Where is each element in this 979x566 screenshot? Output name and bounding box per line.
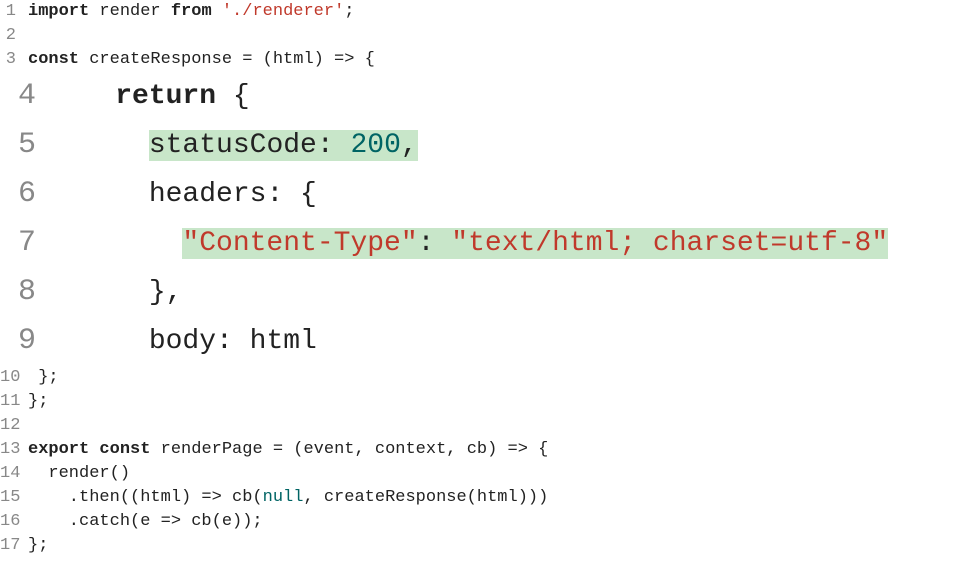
code-content: render()	[28, 462, 130, 486]
code-content: return {	[48, 73, 250, 121]
code-block: 1 import render from './renderer'; 2 3 c…	[0, 0, 979, 558]
code-line: 16 .catch(e => cb(e));	[0, 510, 979, 534]
code-content: const createResponse = (html) => {	[28, 48, 375, 72]
line-number: 5	[0, 121, 48, 169]
string-literal: './renderer'	[212, 2, 345, 21]
code-line: 1 import render from './renderer';	[0, 0, 979, 24]
code-content: headers: {	[48, 171, 317, 219]
code-line: 10 };	[0, 366, 979, 390]
line-number: 6	[0, 170, 48, 218]
line-number: 14	[0, 462, 28, 486]
code-content: "Content-Type": "text/html; charset=utf-…	[48, 220, 888, 268]
line-number: 3	[0, 48, 28, 72]
code-content: },	[48, 269, 182, 317]
line-number: 7	[0, 219, 48, 267]
code-line: 4 return {	[0, 72, 979, 121]
code-line: 5 statusCode: 200,	[0, 121, 979, 170]
number-literal: 200	[350, 130, 400, 161]
code-content: statusCode: 200,	[48, 122, 418, 170]
code-content: .then((html) => cb(null, createResponse(…	[28, 486, 548, 510]
code-line: 12	[0, 414, 979, 438]
highlight: statusCode: 200,	[149, 130, 418, 161]
keyword-const: const	[28, 50, 79, 69]
line-number: 11	[0, 390, 28, 414]
code-line: 6 headers: {	[0, 170, 979, 219]
null-literal: null	[263, 488, 304, 507]
keyword-import: import	[28, 2, 89, 21]
line-number: 4	[0, 72, 48, 120]
code-line: 13 export const renderPage = (event, con…	[0, 438, 979, 462]
code-line: 3 const createResponse = (html) => {	[0, 48, 979, 72]
code-content: };	[28, 366, 59, 390]
code-content: export const renderPage = (event, contex…	[28, 438, 548, 462]
code-line: 9 body: html	[0, 317, 979, 366]
line-number: 1	[0, 0, 28, 24]
string-literal: "Content-Type"	[182, 228, 417, 259]
line-number: 10	[0, 366, 28, 390]
line-number: 9	[0, 317, 48, 365]
keyword-from: from	[171, 2, 212, 21]
line-number: 17	[0, 534, 28, 558]
code-content: };	[28, 534, 48, 558]
code-line: 8 },	[0, 268, 979, 317]
code-content: import render from './renderer';	[28, 0, 354, 24]
keyword-const: const	[99, 440, 150, 459]
line-number: 2	[0, 24, 28, 48]
line-number: 8	[0, 268, 48, 316]
code-content: .catch(e => cb(e));	[28, 510, 263, 534]
code-content: };	[28, 390, 48, 414]
code-content: body: html	[48, 318, 317, 366]
keyword-return: return	[115, 81, 216, 112]
string-literal: "text/html; charset=utf-8"	[451, 228, 888, 259]
highlight: "Content-Type": "text/html; charset=utf-…	[182, 228, 888, 259]
line-number: 13	[0, 438, 28, 462]
code-line: 17 };	[0, 534, 979, 558]
code-line: 2	[0, 24, 979, 48]
code-line: 11 };	[0, 390, 979, 414]
line-number: 16	[0, 510, 28, 534]
keyword-export: export	[28, 440, 89, 459]
line-number: 15	[0, 486, 28, 510]
line-number: 12	[0, 414, 28, 438]
code-line: 14 render()	[0, 462, 979, 486]
code-line: 15 .then((html) => cb(null, createRespon…	[0, 486, 979, 510]
code-line: 7 "Content-Type": "text/html; charset=ut…	[0, 219, 979, 268]
